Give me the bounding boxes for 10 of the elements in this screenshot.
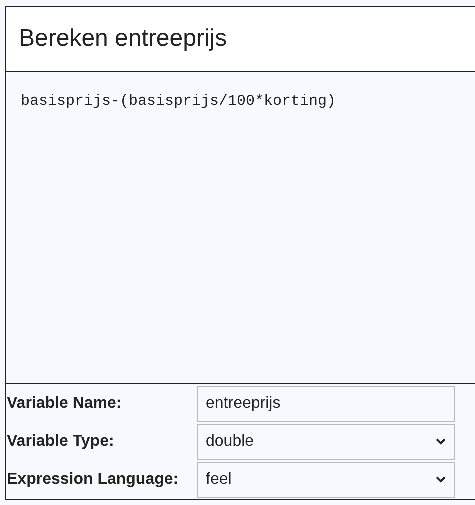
input-field[interactable]: entreeprijs xyxy=(197,386,455,422)
field-label: Variable Type: xyxy=(6,432,116,452)
chevron-down-icon xyxy=(436,438,446,445)
field-label: Expression Language: xyxy=(6,470,180,490)
dropdown-field[interactable]: feel xyxy=(197,462,455,498)
dropdown-field[interactable]: double xyxy=(197,424,455,460)
field-label: Variable Name: xyxy=(6,394,123,414)
chevron-down-icon xyxy=(436,476,446,483)
panel-title: Bereken entreeprijs xyxy=(19,24,228,54)
expression-text[interactable]: basisprijs-(basisprijs/100*korting) xyxy=(21,91,336,114)
